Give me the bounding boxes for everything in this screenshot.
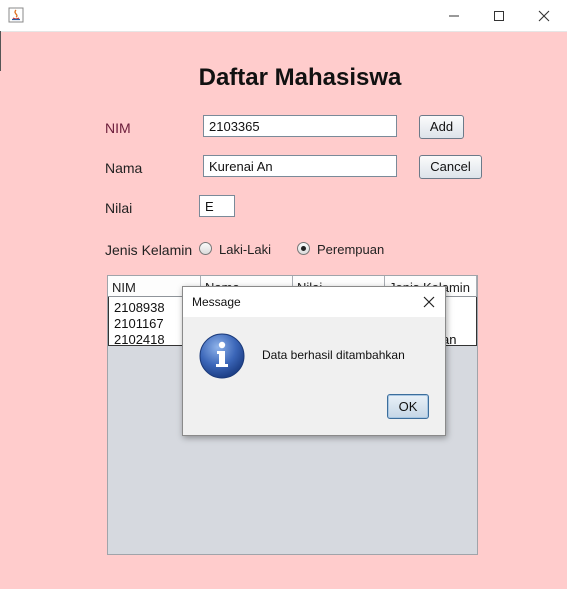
radio-laki-laki[interactable] xyxy=(199,242,212,255)
ok-button[interactable]: OK xyxy=(387,394,429,419)
dialog-close-icon[interactable] xyxy=(421,294,437,310)
add-button[interactable]: Add xyxy=(419,115,464,139)
table-row[interactable]: 2101167 xyxy=(114,316,164,331)
maximize-button[interactable] xyxy=(476,0,522,31)
nilai-field[interactable]: E xyxy=(199,195,235,217)
info-icon xyxy=(198,332,246,380)
page-title: Daftar Mahasiswa xyxy=(198,64,402,91)
dialog-title: Message xyxy=(192,295,241,309)
cancel-button[interactable]: Cancel xyxy=(419,155,482,179)
gender-label: Jenis Kelamin xyxy=(105,242,193,258)
nim-field[interactable]: 2103365 xyxy=(203,115,397,137)
radio-perempuan[interactable] xyxy=(297,242,310,255)
dialog-message: Data berhasil ditambahkan xyxy=(262,348,405,362)
radio-laki-laki-label[interactable]: Laki-Laki xyxy=(219,242,271,257)
table-row[interactable]: 2102418 xyxy=(114,332,165,347)
window-titlebar xyxy=(0,0,567,32)
message-dialog: Message Data berhasil ditambahkan OK xyxy=(182,286,446,436)
dialog-titlebar: Message xyxy=(183,287,445,317)
java-app-icon xyxy=(8,7,24,23)
nim-label: NIM xyxy=(105,120,131,136)
close-window-button[interactable] xyxy=(521,0,567,31)
nama-field[interactable]: Kurenai An xyxy=(203,155,397,177)
table-row[interactable]: 2108938 xyxy=(114,300,165,315)
nilai-label: Nilai xyxy=(105,200,133,216)
nama-label: Nama xyxy=(105,160,143,176)
minimize-button[interactable] xyxy=(431,0,477,31)
radio-perempuan-label[interactable]: Perempuan xyxy=(317,242,384,257)
